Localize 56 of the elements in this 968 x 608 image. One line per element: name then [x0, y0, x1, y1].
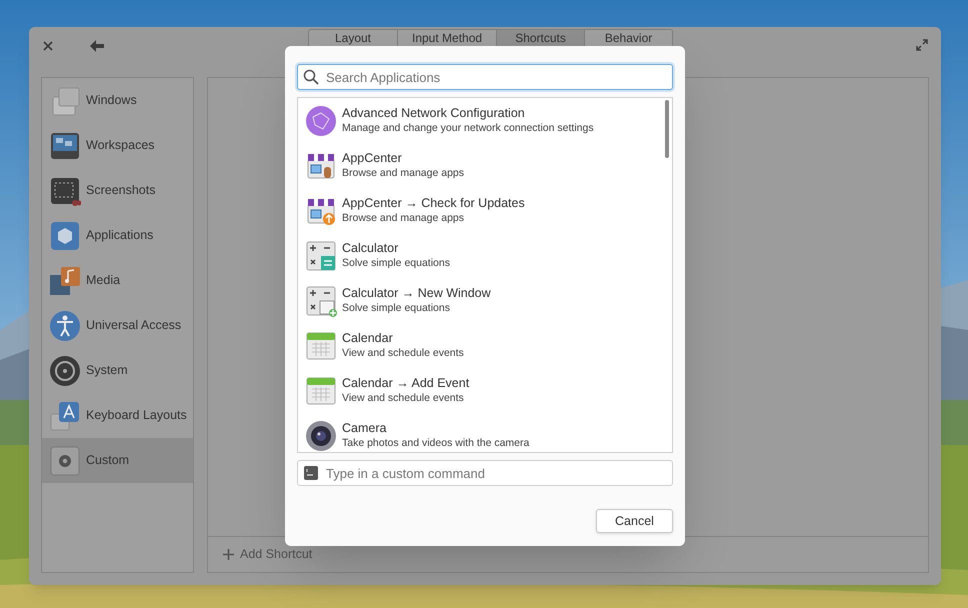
sidebar-item[interactable]: Screenshots: [42, 168, 193, 213]
app-name: AppCenter → Check for Updates: [342, 196, 525, 210]
sidebar-item[interactable]: Windows: [42, 78, 193, 123]
sidebar-item[interactable]: Workspaces: [42, 123, 193, 168]
tab[interactable]: Shortcuts: [496, 30, 584, 47]
calendar-icon: [305, 330, 337, 362]
app-name: Camera: [342, 420, 388, 436]
app-description: Take photos and videos with the camera: [342, 436, 530, 450]
back-arrow-icon[interactable]: [90, 40, 104, 52]
sidebar-item[interactable]: Keyboard Layouts: [42, 393, 193, 438]
add-shortcut-button[interactable]: Add Shortcut: [223, 545, 312, 564]
search-icon: [303, 69, 319, 85]
sidebar-item[interactable]: Universal Access: [42, 303, 193, 348]
app-row[interactable]: AppCenter Browse and manage apps: [298, 143, 672, 188]
scrollbar[interactable]: [665, 100, 669, 158]
app-name: Calendar: [342, 330, 394, 346]
sidebar-item[interactable]: System: [42, 348, 193, 393]
app-name: Calculator → New Window: [342, 286, 491, 300]
app-description: View and schedule events: [342, 346, 464, 360]
calculator-window-icon: [305, 284, 337, 316]
app-name: Calendar → Add Event: [342, 376, 470, 390]
media-icon: [49, 264, 81, 296]
app-row[interactable]: Calculator → New Window Solve simple equations: [298, 278, 672, 323]
cancel-button[interactable]: Cancel: [596, 509, 673, 533]
maximize-icon[interactable]: [916, 39, 928, 51]
app-description: View and schedule events: [342, 390, 465, 406]
search-field[interactable]: Search Applications: [297, 64, 673, 90]
cube-icon: [49, 220, 81, 252]
calculator-icon: [305, 240, 337, 272]
app-row[interactable]: Calendar View and schedule events: [298, 323, 672, 368]
app-row[interactable]: Advanced Network Configuration Manage and change your network connection settings: [298, 98, 672, 143]
sidebar-item[interactable]: Applications: [42, 213, 193, 258]
app-description: Solve simple equations: [342, 300, 451, 316]
plus-icon: [223, 549, 234, 560]
sidebar-item[interactable]: Media: [42, 258, 193, 303]
app-name: AppCenter: [342, 150, 403, 166]
calendar-icon: [305, 374, 337, 406]
app-description: Browse and manage apps: [342, 210, 465, 226]
tab[interactable]: Input Method: [397, 30, 496, 47]
app-row[interactable]: Camera Take photos and videos with the camera: [298, 413, 672, 452]
app-description: Solve simple equations: [342, 256, 450, 270]
accessibility-icon: [49, 310, 81, 342]
close-icon[interactable]: [43, 41, 53, 51]
command-field[interactable]: Type in a custom command: [297, 460, 673, 486]
terminal-icon: [304, 466, 318, 480]
app-name: Calculator: [342, 240, 400, 256]
tab[interactable]: Behavior: [584, 30, 672, 47]
app-row[interactable]: AppCenter → Check for Updates Browse and manage apps: [298, 188, 672, 233]
app-name: Advanced Network Configuration: [342, 106, 526, 120]
sidebar-item[interactable]: Custom: [42, 438, 193, 483]
app-row[interactable]: Calculator Solve simple equations: [298, 233, 672, 278]
app-description: Browse and manage apps: [342, 166, 464, 180]
app-description: Manage and change your network connection settings: [342, 120, 594, 136]
tab[interactable]: Layout: [309, 30, 397, 47]
keyboard-layout-icon: [49, 400, 81, 432]
app-row[interactable]: Calendar → Add Event View and schedule events: [298, 368, 672, 413]
